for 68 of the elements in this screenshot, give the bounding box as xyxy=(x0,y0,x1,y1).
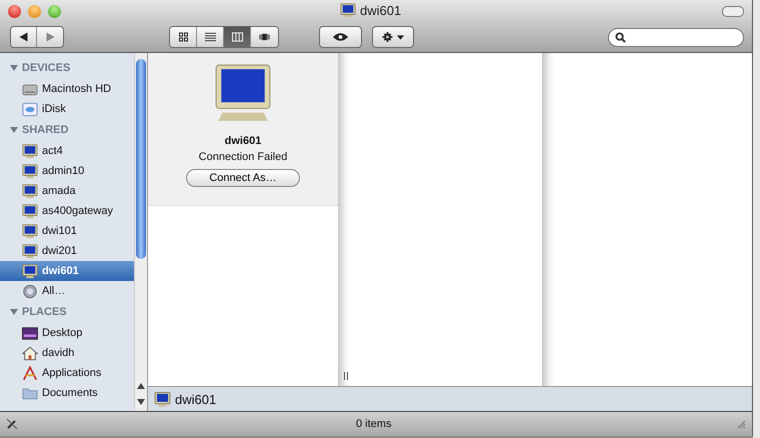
scroll-up-icon[interactable] xyxy=(137,383,145,389)
status-text: 0 items xyxy=(356,418,392,430)
sidebar-item[interactable]: Desktop xyxy=(0,323,134,343)
computer-icon xyxy=(22,244,38,258)
quick-look-button[interactable] xyxy=(319,26,362,48)
expanded-triangle-icon[interactable] xyxy=(10,64,18,72)
back-arrow-icon xyxy=(18,32,29,42)
sidebar-item[interactable]: iDisk xyxy=(0,99,134,119)
sidebar-item[interactable]: dwi201 xyxy=(0,241,134,261)
view-button[interactable] xyxy=(251,27,278,47)
section-heading: DEVICES xyxy=(22,62,70,74)
pencil-ruler-icon xyxy=(22,366,38,380)
computer-icon xyxy=(22,264,38,278)
sidebar-item[interactable]: as400gateway xyxy=(0,201,134,221)
expanded-triangle-icon[interactable] xyxy=(10,126,18,134)
list-icon xyxy=(204,32,216,42)
computer-icon xyxy=(340,3,356,18)
expanded-triangle-icon[interactable] xyxy=(10,308,18,316)
caret-icon xyxy=(397,34,404,40)
globe-icon xyxy=(22,284,38,298)
desktop-icon xyxy=(22,326,38,340)
toolbar-toggle-button[interactable] xyxy=(722,6,744,16)
computer-icon xyxy=(22,164,38,178)
sidebar-item[interactable]: act4 xyxy=(0,141,134,161)
sidebar-item[interactable]: Macintosh HD xyxy=(0,79,134,99)
scroll-down-icon[interactable] xyxy=(137,399,145,405)
search-field[interactable] xyxy=(608,28,744,46)
cover-flow-icon xyxy=(259,32,270,42)
computer-icon xyxy=(22,224,38,238)
column-resize-handle-icon[interactable] xyxy=(344,372,348,380)
window-title: dwi601 xyxy=(360,3,402,18)
sidebar-item[interactable]: Documents xyxy=(0,383,134,403)
computer-icon xyxy=(22,184,38,198)
view-switcher[interactable] xyxy=(169,26,279,48)
computer-icon xyxy=(22,204,38,218)
search-icon xyxy=(615,32,626,42)
folder-icon xyxy=(22,386,38,400)
view-button[interactable] xyxy=(197,27,224,47)
connection-status: Connection Failed xyxy=(198,151,288,163)
sidebar-item[interactable]: Applications xyxy=(0,363,134,383)
sidebar-item[interactable]: dwi601 xyxy=(0,261,134,281)
columns-icon xyxy=(232,32,242,42)
sidebar-item[interactable]: admin10 xyxy=(0,161,134,181)
eye-icon xyxy=(332,32,349,42)
path-item[interactable]: dwi601 xyxy=(175,392,216,406)
sidebar-item[interactable]: All… xyxy=(0,281,134,301)
grid-icon xyxy=(178,32,188,42)
hard-drive-icon xyxy=(22,82,38,96)
sidebar-item[interactable]: amada xyxy=(0,181,134,201)
computer-icon xyxy=(154,392,171,406)
section-heading: SHARED xyxy=(22,124,68,136)
pencil-crossed-icon xyxy=(6,418,18,430)
gear-icon xyxy=(382,32,393,42)
section-heading: PLACES xyxy=(22,306,67,318)
resize-grip-icon[interactable] xyxy=(736,419,746,429)
computer-name: dwi601 xyxy=(224,135,262,147)
scroll-bar[interactable] xyxy=(134,53,147,411)
forward-arrow-icon xyxy=(44,32,56,42)
sidebar-item[interactable]: dwi101 xyxy=(0,221,134,241)
connect-as-button[interactable]: Connect As… xyxy=(186,169,300,187)
sidebar-item[interactable]: davidh xyxy=(0,343,134,363)
close-button[interactable] xyxy=(8,4,21,18)
computer-icon xyxy=(22,144,38,158)
house-icon xyxy=(22,346,38,360)
view-button[interactable] xyxy=(170,27,197,47)
action-menu-button[interactable] xyxy=(372,26,414,48)
view-button[interactable] xyxy=(224,27,251,47)
back-button[interactable] xyxy=(11,27,37,47)
